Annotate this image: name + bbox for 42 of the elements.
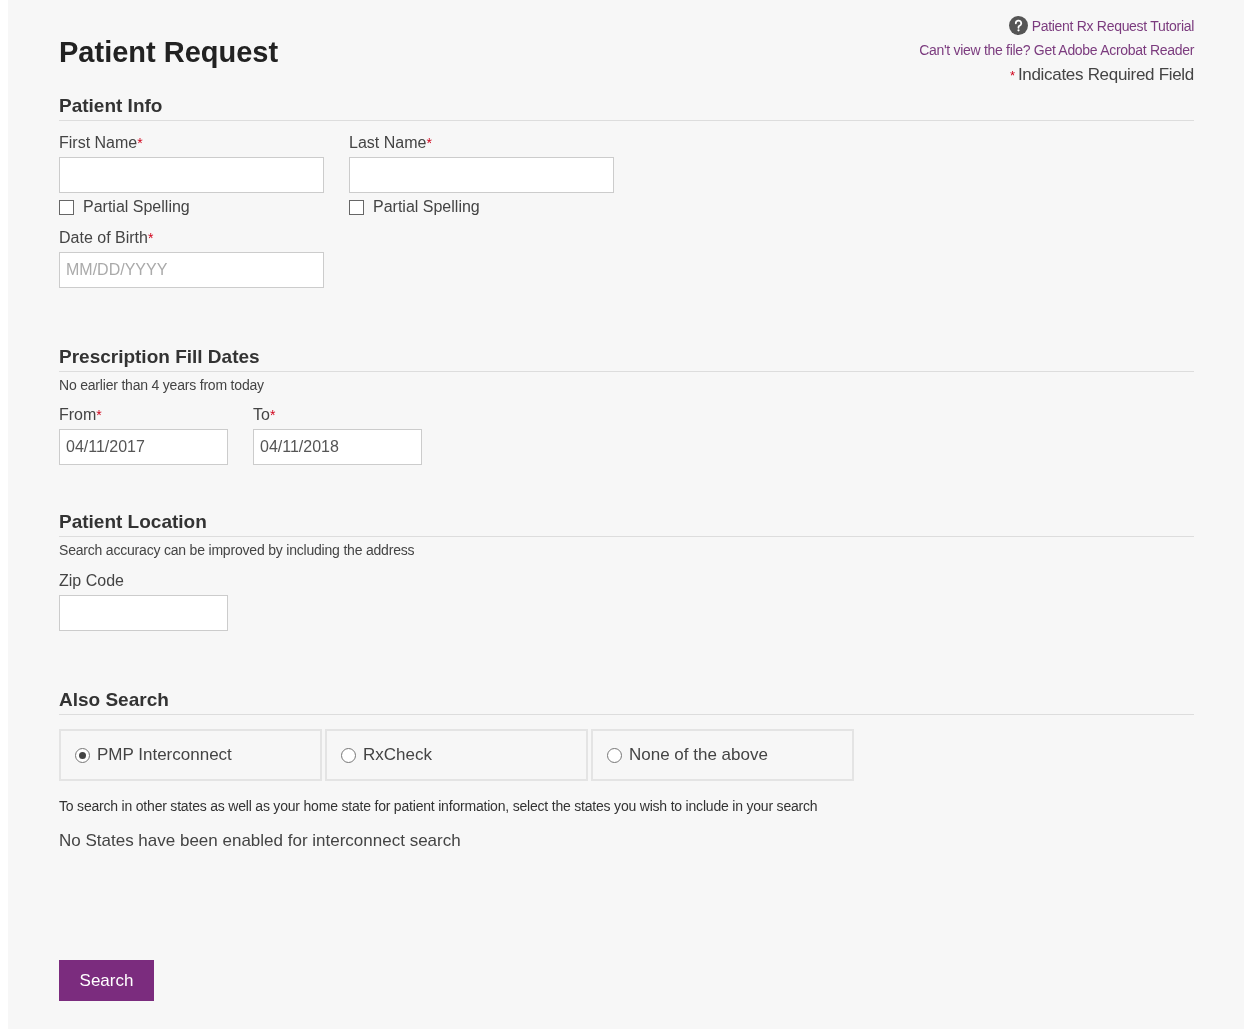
checkbox-label: Partial Spelling xyxy=(373,198,480,216)
checkbox-label: Partial Spelling xyxy=(83,198,190,216)
field-label: Date of Birth xyxy=(59,229,148,247)
input-field[interactable] xyxy=(59,157,324,193)
field-label: First Name xyxy=(59,134,138,152)
radio-option[interactable]: None of the above xyxy=(591,729,854,781)
legend-text: Indicates Required Field xyxy=(1017,65,1194,85)
field-label: Last Name xyxy=(349,134,427,152)
section-heading: Patient Location xyxy=(59,511,1194,537)
section-heading: Also Search xyxy=(59,689,1194,715)
section-note: No earlier than 4 years from today xyxy=(59,377,265,393)
required-mark: * xyxy=(1010,68,1015,83)
required-mark: * xyxy=(426,135,432,151)
field-label: Zip Code xyxy=(59,572,124,590)
radio-option[interactable]: RxCheck xyxy=(325,729,588,781)
radio-option[interactable]: PMP Interconnect xyxy=(59,729,322,781)
field-label: To xyxy=(253,406,270,424)
input-field[interactable] xyxy=(349,157,614,193)
required-mark: * xyxy=(96,407,102,423)
required-mark: * xyxy=(147,230,154,246)
field-label: From xyxy=(59,406,97,424)
required-mark: * xyxy=(269,407,276,423)
radio-button[interactable] xyxy=(341,747,356,763)
input-field[interactable] xyxy=(59,595,228,631)
page-title: Patient Request xyxy=(59,36,279,69)
info-text: To search in other states as well as your home state for patient information, select the states you wish to include in your search xyxy=(59,798,819,814)
input-field[interactable]: 04/11/2017 xyxy=(59,429,228,465)
radio-button[interactable] xyxy=(75,747,90,763)
status-message: No States have been enabled for interconnect search xyxy=(59,831,462,851)
input-field[interactable]: MM/DD/YYYY xyxy=(59,252,324,288)
section-heading: Prescription Fill Dates xyxy=(59,346,1194,372)
help-icon xyxy=(1008,16,1028,35)
radio-button[interactable] xyxy=(607,747,622,763)
search-button[interactable]: Search xyxy=(59,960,154,1001)
checkbox[interactable] xyxy=(349,199,364,215)
section-heading: Patient Info xyxy=(59,95,1194,121)
input-field[interactable]: 04/11/2018 xyxy=(253,429,422,465)
required-mark: * xyxy=(137,135,143,151)
link[interactable]: Patient Rx Request Tutorial xyxy=(1008,16,1194,35)
link[interactable]: Can't view the file? Get Adobe Acrobat Reader xyxy=(919,42,1194,58)
section-note: Search accuracy can be improved by including the address xyxy=(59,542,416,558)
checkbox[interactable] xyxy=(59,199,74,215)
